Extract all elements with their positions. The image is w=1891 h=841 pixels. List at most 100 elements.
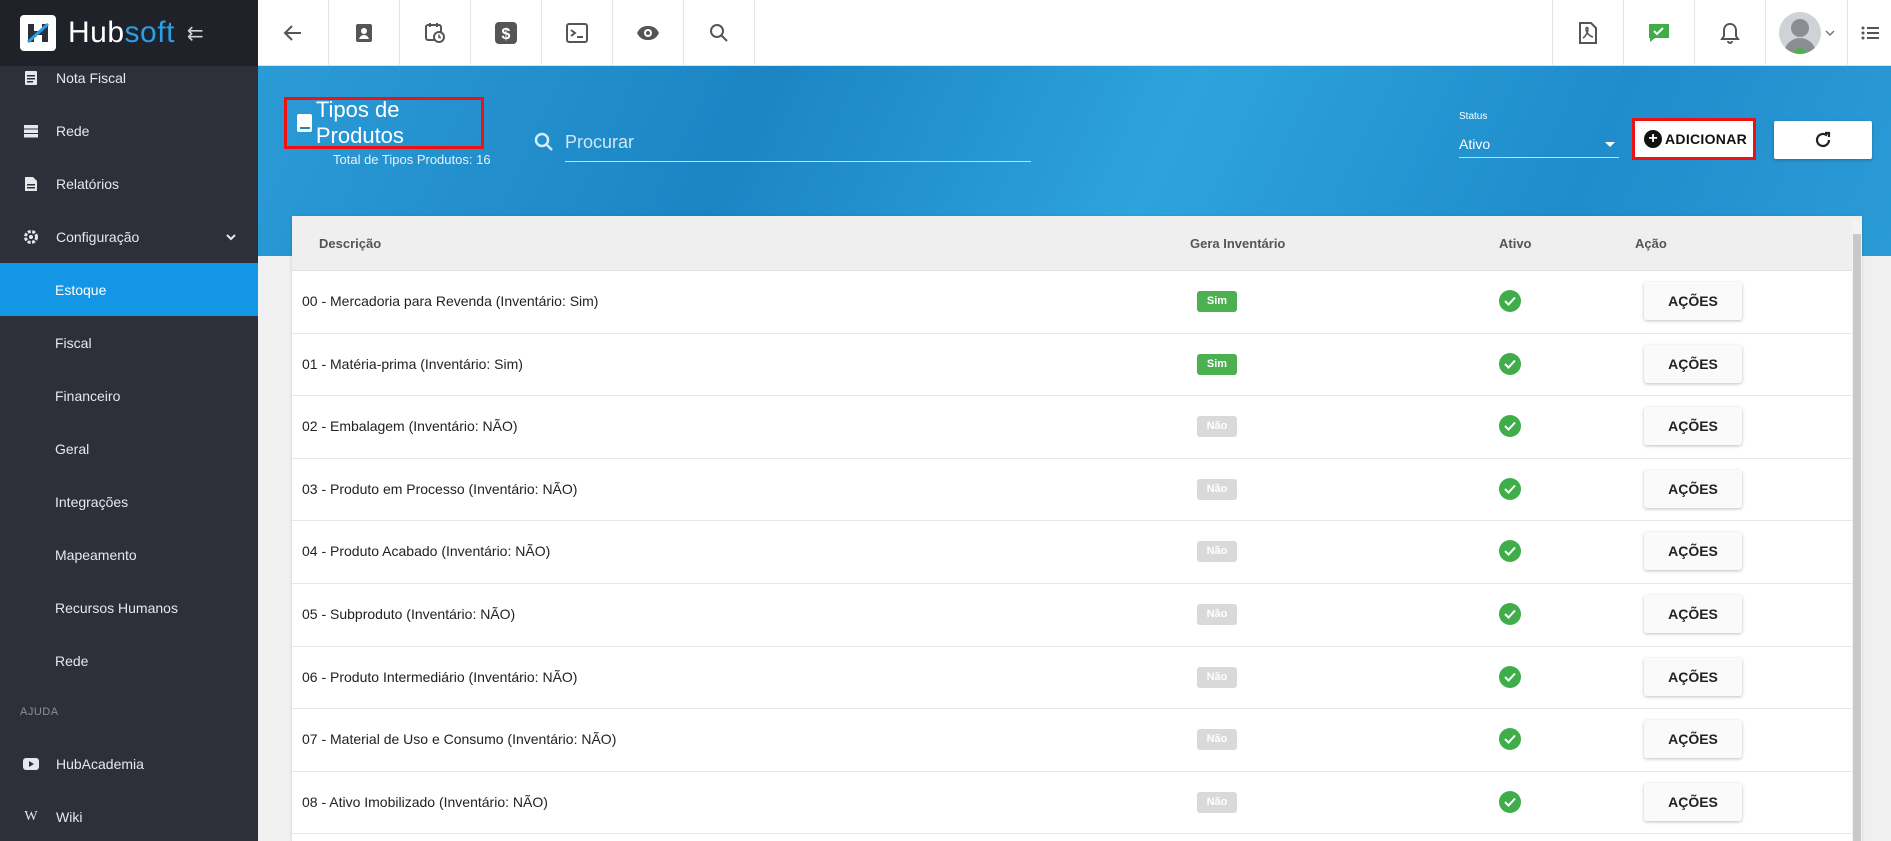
table-row[interactable]: 03 - Produto em Processo (Inventário: NÃ… <box>292 459 1862 522</box>
table-row[interactable]: 08 - Ativo Imobilizado (Inventário: NÃO)… <box>292 772 1862 835</box>
online-status-dot <box>1793 48 1806 54</box>
refresh-icon <box>1815 131 1831 148</box>
hubsoft-logo[interactable] <box>20 15 56 51</box>
row-description: 08 - Ativo Imobilizado (Inventário: NÃO) <box>302 793 548 810</box>
row-description: 05 - Subproduto (Inventário: NÃO) <box>302 605 516 622</box>
actions-button[interactable]: AÇÕES <box>1644 720 1742 759</box>
search-button[interactable] <box>684 0 755 66</box>
check-circle-icon <box>1499 415 1521 438</box>
sidebar-item-label: Financeiro <box>55 387 121 404</box>
table-body: 00 - Mercadoria para Revenda (Inventário… <box>292 271 1862 835</box>
brand-name-part2: soft <box>124 16 175 49</box>
sidebar-item-financeiro[interactable]: Financeiro <box>0 369 258 422</box>
table-scrollbar[interactable] <box>1852 220 1862 841</box>
avatar <box>1778 12 1821 54</box>
messages-button[interactable] <box>1623 0 1694 66</box>
app-root: Hubsoft ⇇ Nota Fiscal Rede Relatórios Co… <box>0 0 1891 841</box>
actions-button[interactable]: AÇÕES <box>1644 282 1742 320</box>
add-button[interactable]: + ADICIONAR <box>1632 118 1756 160</box>
view-button[interactable] <box>613 0 684 66</box>
refresh-button[interactable] <box>1774 121 1872 159</box>
sidebar-item-rede-config[interactable]: Rede <box>0 634 258 687</box>
check-circle-icon <box>1499 352 1521 375</box>
search-icon <box>710 24 728 42</box>
sidebar-item-integracoes[interactable]: Integrações <box>0 475 258 528</box>
sidebar-item-fiscal[interactable]: Fiscal <box>0 316 258 369</box>
table-row[interactable]: 00 - Mercadoria para Revenda (Inventário… <box>292 271 1862 334</box>
row-description: 01 - Matéria-prima (Inventário: Sim) <box>302 355 523 372</box>
sidebar-item-rede[interactable]: Rede <box>0 104 258 157</box>
actions-button[interactable]: AÇÕES <box>1644 532 1742 571</box>
row-description: 06 - Produto Intermediário (Inventário: … <box>302 668 578 685</box>
brand: Hubsoft ⇇ <box>0 0 258 66</box>
pdf-button[interactable] <box>1552 0 1623 66</box>
row-description: 00 - Mercadoria para Revenda (Inventário… <box>302 293 599 309</box>
sidebar-item-label: Estoque <box>55 281 107 298</box>
table-row[interactable]: 01 - Matéria-prima (Inventário: Sim) Sim A… <box>292 334 1862 397</box>
server-icon <box>22 122 40 140</box>
brand-name-part1: Hub <box>68 16 125 49</box>
arrow-left-icon <box>283 25 301 41</box>
inventory-badge: Sim <box>1197 353 1237 375</box>
svg-text:$: $ <box>502 26 511 43</box>
menu-list-button[interactable] <box>1847 0 1891 66</box>
check-circle-icon <box>1499 728 1521 751</box>
schedule-button[interactable] <box>400 0 471 66</box>
contacts-button[interactable] <box>329 0 400 66</box>
terminal-button[interactable] <box>542 0 613 66</box>
actions-button[interactable]: AÇÕES <box>1644 469 1742 508</box>
row-description: 02 - Embalagem (Inventário: NÃO) <box>302 418 518 435</box>
chevron-down-icon <box>226 228 236 244</box>
table-row[interactable]: 04 - Produto Acabado (Inventário: NÃO) Nã… <box>292 521 1862 584</box>
sidebar-item-nota-fiscal[interactable]: Nota Fiscal <box>0 66 258 90</box>
product-types-table: Descrição Gera Inventário Ativo Ação 00 … <box>292 216 1862 841</box>
notifications-button[interactable] <box>1694 0 1765 66</box>
sidebar-item-label: Fiscal <box>55 334 92 351</box>
sidebar-item-configuracao[interactable]: Configuração <box>0 210 258 263</box>
sidebar-item-geral[interactable]: Geral <box>0 422 258 475</box>
search-icon <box>534 132 554 157</box>
search-input[interactable] <box>565 124 1031 160</box>
check-circle-icon <box>1499 665 1521 688</box>
actions-button[interactable]: AÇÕES <box>1644 657 1742 696</box>
sidebar-item-recursos-humanos[interactable]: Recursos Humanos <box>0 581 258 634</box>
chevron-down-icon <box>1824 30 1835 37</box>
status-select[interactable]: Ativo <box>1459 130 1619 158</box>
actions-button[interactable]: AÇÕES <box>1644 344 1742 383</box>
sidebar-item-label: Rede <box>55 652 89 669</box>
sidebar-item-hubacademia[interactable]: HubAcademia <box>0 737 258 790</box>
inventory-badge: Sim <box>1197 291 1237 312</box>
table-row[interactable]: 02 - Embalagem (Inventário: NÃO) Não AÇÕES <box>292 396 1862 459</box>
actions-button[interactable]: AÇÕES <box>1644 407 1742 446</box>
scrollbar-thumb[interactable] <box>1853 234 1861 841</box>
column-gera-inventario[interactable]: Gera Inventário <box>1190 236 1285 251</box>
sidebar-item-label: Recursos Humanos <box>55 599 178 616</box>
column-descricao[interactable]: Descrição <box>319 236 381 251</box>
sidebar-item-estoque[interactable]: Estoque <box>0 263 258 316</box>
youtube-icon <box>22 755 40 773</box>
collapse-sidebar-icon[interactable]: ⇇ <box>187 21 204 46</box>
total-count: Total de Tipos Produtos: 16 <box>333 152 491 167</box>
actions-button[interactable]: AÇÕES <box>1644 782 1742 821</box>
pdf-icon <box>1579 22 1597 44</box>
sidebar-item-label: Integrações <box>55 493 129 510</box>
sidebar-item-label: Relatórios <box>56 175 120 192</box>
contact-card-icon <box>356 24 372 42</box>
back-button[interactable] <box>258 0 329 66</box>
sidebar-item-label: Rede <box>56 122 90 139</box>
table-row[interactable]: 07 - Material de Uso e Consumo (Inventár… <box>292 709 1862 772</box>
inventory-badge: Não <box>1197 729 1237 751</box>
table-row[interactable]: 06 - Produto Intermediário (Inventário: … <box>292 647 1862 710</box>
column-ativo[interactable]: Ativo <box>1499 236 1532 251</box>
actions-button[interactable]: AÇÕES <box>1644 594 1742 633</box>
sidebar-item-relatorios[interactable]: Relatórios <box>0 157 258 210</box>
sidebar-item-wiki[interactable]: W Wiki <box>0 790 258 841</box>
row-description: 07 - Material de Uso e Consumo (Inventár… <box>302 731 617 748</box>
inventory-badge: Não <box>1197 416 1237 438</box>
search-field <box>565 124 1031 162</box>
table-row[interactable]: 05 - Subproduto (Inventário: NÃO) Não AÇÕE… <box>292 584 1862 647</box>
sidebar-item-mapeamento[interactable]: Mapeamento <box>0 528 258 581</box>
user-menu[interactable] <box>1765 0 1847 66</box>
document-icon <box>22 69 40 87</box>
financial-button[interactable]: $ <box>471 0 542 66</box>
